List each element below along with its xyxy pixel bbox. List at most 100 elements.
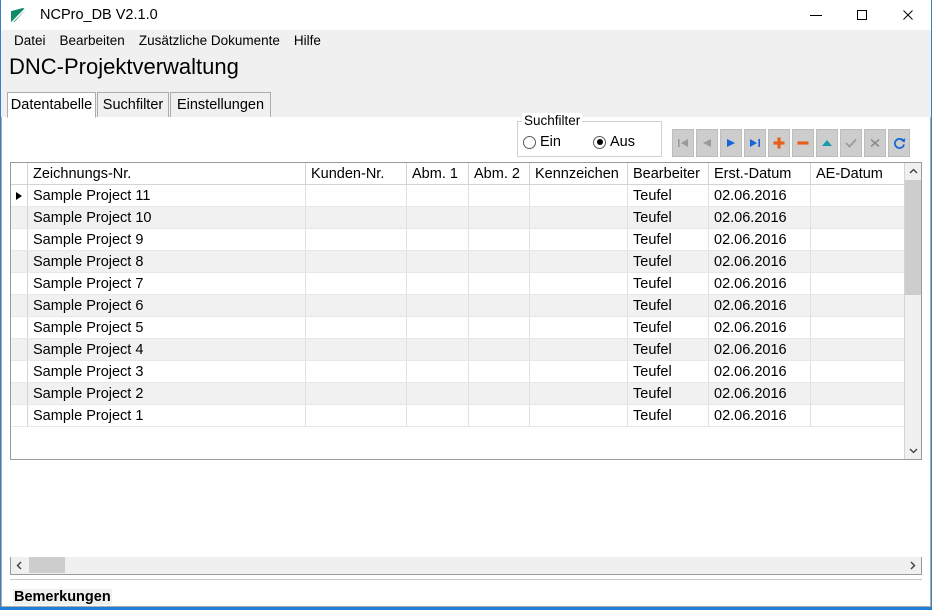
application-window: NCPro_DB V2.1.0 Datei Bearbeiten Zusätzl… (0, 0, 932, 610)
next-record-button[interactable] (720, 129, 742, 157)
cell-ae-datum (811, 383, 906, 404)
cell-abm-1 (407, 229, 469, 250)
tab-strip: Datentabelle Suchfilter Einstellungen (1, 92, 931, 118)
tab-suchfilter[interactable]: Suchfilter (97, 92, 169, 118)
cell-kunden-nr (306, 405, 407, 426)
menu-item-bearbeiten[interactable]: Bearbeiten (53, 31, 132, 50)
grid-vscroll-thumb[interactable] (905, 180, 921, 295)
cell-abm-1 (407, 207, 469, 228)
cell-zeichnungs-nr: Sample Project 9 (28, 229, 306, 250)
search-filter-group-title: Suchfilter (522, 113, 583, 128)
cell-abm-2 (469, 251, 530, 272)
table-row[interactable]: Sample Project 10 Teufel 02.06.2016 (11, 207, 921, 229)
row-indicator (11, 273, 28, 294)
minimize-icon[interactable] (793, 0, 839, 30)
column-header-abm-2[interactable]: Abm. 2 (469, 163, 530, 184)
cell-abm-1 (407, 383, 469, 404)
table-row[interactable]: Sample Project 11 Teufel 02.06.2016 (11, 185, 921, 207)
table-row[interactable]: Sample Project 3 Teufel 02.06.2016 (11, 361, 921, 383)
cell-bearbeiter: Teufel (628, 185, 709, 206)
cell-kunden-nr (306, 251, 407, 272)
table-row[interactable]: Sample Project 7 Teufel 02.06.2016 (11, 273, 921, 295)
scroll-left-icon[interactable] (11, 557, 28, 573)
grid-indicator-header (11, 163, 28, 184)
add-record-button[interactable] (768, 129, 790, 157)
title-bar: NCPro_DB V2.1.0 (1, 0, 931, 30)
remarks-label: Bemerkungen (13, 589, 112, 605)
table-row[interactable]: Sample Project 8 Teufel 02.06.2016 (11, 251, 921, 273)
cell-bearbeiter: Teufel (628, 339, 709, 360)
grid-hscroll-thumb[interactable] (29, 557, 65, 573)
cell-ae-datum (811, 273, 906, 294)
cell-abm-2 (469, 405, 530, 426)
menu-item-hilfe[interactable]: Hilfe (287, 31, 328, 50)
previous-record-button[interactable] (696, 129, 718, 157)
maximize-icon[interactable] (839, 0, 885, 30)
column-header-zeichnungs-nr[interactable]: Zeichnungs-Nr. (28, 163, 306, 184)
table-row[interactable]: Sample Project 9 Teufel 02.06.2016 (11, 229, 921, 251)
grid-body: Sample Project 11 Teufel 02.06.2016 Samp… (11, 185, 921, 427)
cell-abm-2 (469, 361, 530, 382)
cancel-button[interactable] (864, 129, 886, 157)
grid-vertical-scrollbar[interactable] (904, 163, 921, 459)
cell-kennzeichen (530, 405, 628, 426)
cell-abm-2 (469, 339, 530, 360)
scroll-up-icon[interactable] (905, 163, 921, 180)
cell-abm-1 (407, 405, 469, 426)
column-header-bearbeiter[interactable]: Bearbeiter (628, 163, 709, 184)
table-row[interactable]: Sample Project 6 Teufel 02.06.2016 (11, 295, 921, 317)
cell-kunden-nr (306, 185, 407, 206)
row-indicator (11, 185, 28, 206)
cell-kunden-nr (306, 339, 407, 360)
column-header-kunden-nr[interactable]: Kunden-Nr. (306, 163, 407, 184)
table-row[interactable]: Sample Project 1 Teufel 02.06.2016 (11, 405, 921, 427)
radio-aus-indicator (593, 135, 606, 149)
cell-zeichnungs-nr: Sample Project 6 (28, 295, 306, 316)
cell-erst-datum: 02.06.2016 (709, 317, 811, 338)
cell-abm-1 (407, 361, 469, 382)
cell-abm-2 (469, 185, 530, 206)
cell-ae-datum (811, 185, 906, 206)
radio-ein-label: Ein (540, 134, 561, 150)
cell-ae-datum (811, 295, 906, 316)
radio-suchfilter-ein[interactable]: Ein (523, 134, 561, 150)
cell-kennzeichen (530, 317, 628, 338)
cell-zeichnungs-nr: Sample Project 8 (28, 251, 306, 272)
tab-einstellungen[interactable]: Einstellungen (170, 92, 271, 118)
last-record-button[interactable] (744, 129, 766, 157)
table-row[interactable]: Sample Project 2 Teufel 02.06.2016 (11, 383, 921, 405)
menu-item-datei[interactable]: Datei (7, 31, 53, 50)
row-indicator (11, 405, 28, 426)
menu-item-zusaetzliche-dokumente[interactable]: Zusätzliche Dokumente (132, 31, 287, 50)
grid-horizontal-scrollbar[interactable] (10, 557, 922, 575)
row-indicator (11, 207, 28, 228)
first-record-button[interactable] (672, 129, 694, 157)
column-header-kennzeichen[interactable]: Kennzeichen (530, 163, 628, 184)
tab-datentabelle[interactable]: Datentabelle (7, 92, 96, 118)
scroll-down-icon[interactable] (905, 442, 921, 459)
cell-kunden-nr (306, 383, 407, 404)
cell-kunden-nr (306, 229, 407, 250)
grid-header-row: Zeichnungs-Nr. Kunden-Nr. Abm. 1 Abm. 2 … (11, 163, 921, 185)
confirm-button[interactable] (840, 129, 862, 157)
cell-erst-datum: 02.06.2016 (709, 229, 811, 250)
cell-kunden-nr (306, 295, 407, 316)
cell-zeichnungs-nr: Sample Project 7 (28, 273, 306, 294)
column-header-ae-datum[interactable]: AE-Datum (811, 163, 906, 184)
row-indicator (11, 383, 28, 404)
cell-zeichnungs-nr: Sample Project 3 (28, 361, 306, 382)
edit-record-button[interactable] (816, 129, 838, 157)
table-row[interactable]: Sample Project 4 Teufel 02.06.2016 (11, 339, 921, 361)
column-header-abm-1[interactable]: Abm. 1 (407, 163, 469, 184)
close-icon[interactable] (885, 0, 931, 30)
delete-record-button[interactable] (792, 129, 814, 157)
record-navigator-toolbar (672, 129, 912, 161)
refresh-button[interactable] (888, 129, 910, 157)
table-row[interactable]: Sample Project 5 Teufel 02.06.2016 (11, 317, 921, 339)
header-band: DNC-Projektverwaltung (1, 50, 931, 91)
cell-ae-datum (811, 229, 906, 250)
radio-suchfilter-aus[interactable]: Aus (593, 134, 635, 150)
scroll-right-icon[interactable] (904, 557, 921, 573)
column-header-erst-datum[interactable]: Erst.-Datum (709, 163, 811, 184)
cell-erst-datum: 02.06.2016 (709, 273, 811, 294)
